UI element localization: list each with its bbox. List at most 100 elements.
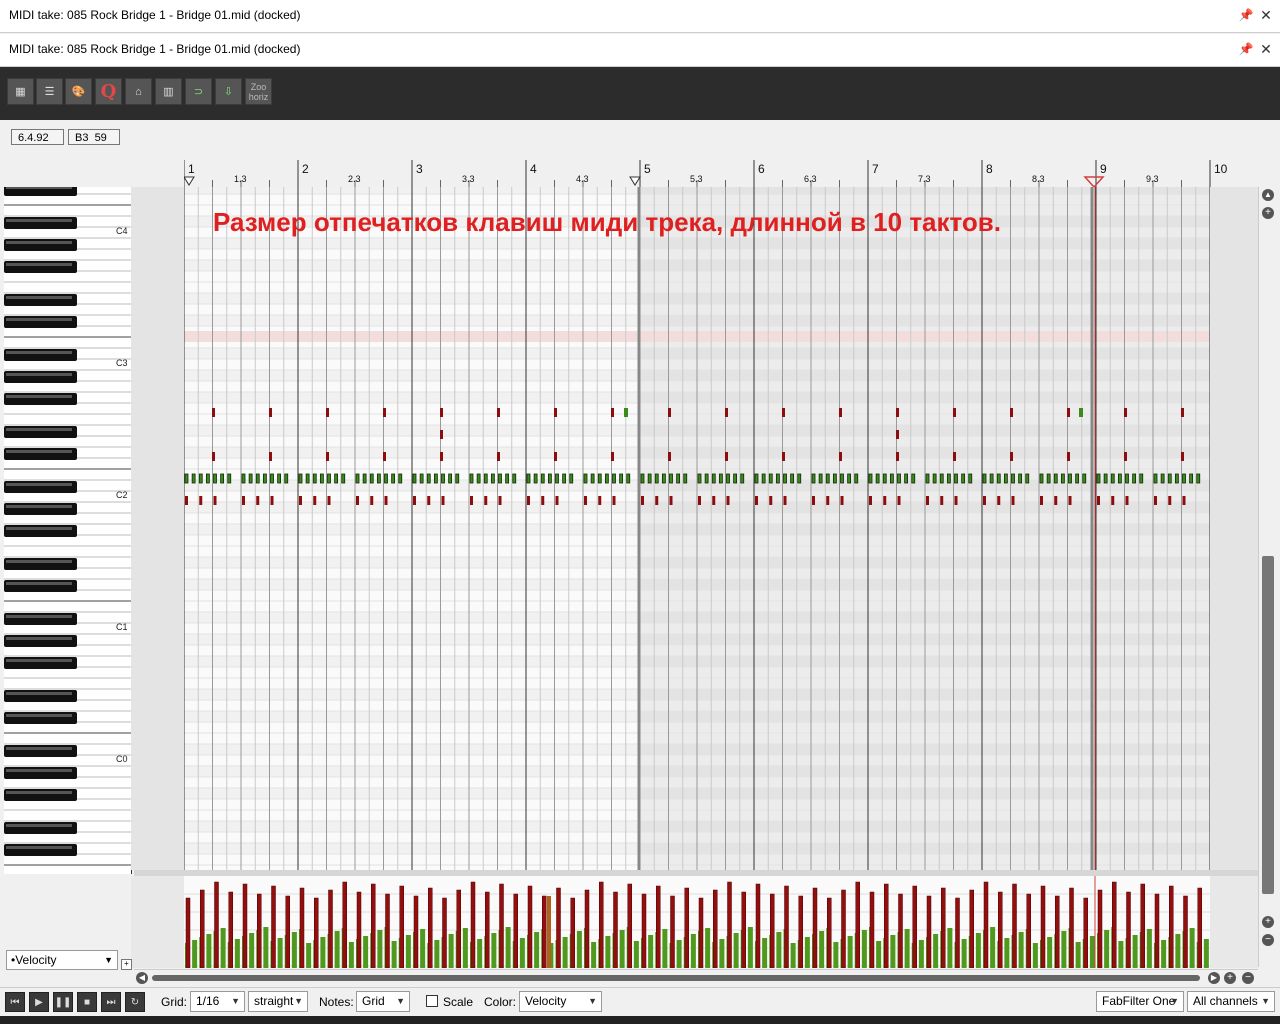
velocity-bar-red xyxy=(584,889,590,968)
color-select-value: Velocity xyxy=(525,994,567,1008)
piano-roll-grid[interactable] xyxy=(184,187,1210,870)
follow-button[interactable]: ⇩ xyxy=(215,78,242,105)
snap-button[interactable]: ⌂ xyxy=(125,78,152,105)
velocity-bar-green xyxy=(904,929,910,968)
velocity-lane[interactable] xyxy=(184,876,1210,968)
note-hihat xyxy=(875,473,880,484)
velocity-bar-green xyxy=(1075,942,1081,968)
note-kick xyxy=(712,496,716,505)
chevron-down-icon: ▼ xyxy=(104,955,113,965)
ruler-bar-number: 4 xyxy=(530,162,537,176)
h-zoom-in-icon[interactable]: + xyxy=(1224,972,1236,984)
go-start-button[interactable]: ⏮ xyxy=(5,992,25,1012)
velocity-bar-green xyxy=(861,930,867,968)
event-list-view-button[interactable]: ▦ xyxy=(7,78,34,105)
velocity-bar-green xyxy=(1047,937,1053,968)
velocity-zoom-out-icon[interactable]: − xyxy=(1262,934,1274,946)
note-hihat xyxy=(426,473,431,484)
instrument-select[interactable]: FabFilter One ▼ xyxy=(1096,991,1184,1012)
horizontal-scrollbar[interactable]: ◀ ▶ + − xyxy=(134,969,1258,987)
ruler-bar-number: 6 xyxy=(758,162,765,176)
velocity-bar-green xyxy=(690,934,696,968)
grid-button[interactable]: ▥ xyxy=(155,78,182,105)
note-hihat xyxy=(640,473,645,484)
velocity-bar-red xyxy=(869,891,875,968)
velocity-bar-red xyxy=(542,895,547,968)
loop-toggle-button[interactable]: ↻ xyxy=(125,992,145,1012)
note-kick xyxy=(1111,496,1115,505)
note-hihat xyxy=(305,473,310,484)
octave-label: C3 xyxy=(116,358,128,368)
pause-icon: ❚❚ xyxy=(54,996,72,1008)
velocity-bar-green xyxy=(876,941,882,968)
pin-icon[interactable]: 📌 xyxy=(1238,41,1254,57)
scroll-left-icon[interactable]: ◀ xyxy=(136,972,148,984)
vertical-scrollbar[interactable]: ▲ + + − xyxy=(1258,187,1277,967)
timeline-ruler[interactable]: 1 2 3 4 5 6 7 8 9 10 1.3 2.3 3.3 4.3 5.3 6.3 7.3 8.3 9.3 xyxy=(183,158,1236,189)
note-kick xyxy=(470,496,473,505)
note-hihat xyxy=(768,473,773,484)
note-tom xyxy=(953,452,956,461)
note-hihat xyxy=(868,473,873,484)
scale-checkbox[interactable] xyxy=(426,995,438,1007)
close-icon[interactable]: ✕ xyxy=(1258,40,1274,58)
add-lane-icon[interactable]: + xyxy=(121,959,132,970)
note-snare xyxy=(1067,408,1070,417)
pause-button[interactable]: ❚❚ xyxy=(53,992,73,1012)
note-tom xyxy=(497,452,500,461)
scroll-right-icon[interactable]: ▶ xyxy=(1208,972,1220,984)
note-tom xyxy=(725,452,728,461)
h-scroll-thumb[interactable] xyxy=(152,975,1200,981)
note-tom xyxy=(668,452,671,461)
color-select[interactable]: Velocity ▼ xyxy=(519,991,602,1012)
note-hihat xyxy=(961,473,966,484)
black-key-highlight xyxy=(6,395,72,398)
velocity-zoom-in-icon[interactable]: + xyxy=(1262,916,1274,928)
note-hihat xyxy=(989,473,994,484)
go-end-button[interactable]: ⏭ xyxy=(101,992,121,1012)
channel-select[interactable]: All channels ▼ xyxy=(1187,991,1275,1012)
velocity-bar-green xyxy=(990,927,996,968)
ruler-bar-number: 8 xyxy=(986,162,993,176)
piano-keyboard[interactable]: C4 C3 C2 C1 C0 xyxy=(4,187,132,874)
velocity-bar-green xyxy=(819,931,825,968)
velocity-bar-green xyxy=(576,931,582,968)
stop-button[interactable]: ■ xyxy=(77,992,97,1012)
scroll-thumb[interactable] xyxy=(1262,556,1274,894)
velocity-bar-red xyxy=(770,893,775,968)
lane-type-select[interactable]: •Velocity ▼ xyxy=(6,950,118,970)
taskbar-strip xyxy=(0,1016,1280,1024)
note-hihat xyxy=(811,473,816,484)
note-hihat xyxy=(1018,473,1023,484)
swing-select[interactable]: straight ▼ xyxy=(248,991,308,1012)
velocity-bar-green xyxy=(1189,928,1195,968)
velocity-bar-green xyxy=(975,933,981,968)
named-notes-button[interactable]: ☰ xyxy=(36,78,63,105)
chevron-down-icon: ▼ xyxy=(231,996,240,1006)
note-hihat xyxy=(697,473,702,484)
scroll-up-icon[interactable]: ▲ xyxy=(1262,189,1274,201)
close-icon[interactable]: ✕ xyxy=(1258,6,1274,24)
note-hihat xyxy=(754,473,759,484)
zoom-in-icon[interactable]: + xyxy=(1262,207,1274,219)
note-hihat xyxy=(412,473,417,484)
notes-select[interactable]: Grid ▼ xyxy=(356,991,410,1012)
velocity-bar-red xyxy=(485,891,490,968)
h-zoom-out-icon[interactable]: − xyxy=(1242,972,1254,984)
note-snare xyxy=(1010,408,1013,417)
note-hihat xyxy=(669,473,673,484)
velocity-bar-green xyxy=(1132,935,1138,968)
velocity-bar-red xyxy=(1154,893,1160,968)
grid-select[interactable]: 1/16 ▼ xyxy=(190,991,245,1012)
play-button[interactable]: ▶ xyxy=(29,992,49,1012)
velocity-bar-red xyxy=(285,895,290,968)
color-palette-button[interactable]: 🎨 xyxy=(65,78,92,105)
ruler-subdivision-label: 9.3 xyxy=(1146,174,1159,184)
loop-button[interactable]: ⊃ xyxy=(185,78,212,105)
pin-icon[interactable]: 📌 xyxy=(1238,7,1254,23)
velocity-bar-green xyxy=(890,935,896,968)
note-hihat xyxy=(1060,473,1065,484)
note-hihat xyxy=(540,473,545,484)
quantize-button[interactable]: Q xyxy=(95,78,122,105)
zoom-horiz-button[interactable]: Zoo horiz xyxy=(245,78,272,105)
